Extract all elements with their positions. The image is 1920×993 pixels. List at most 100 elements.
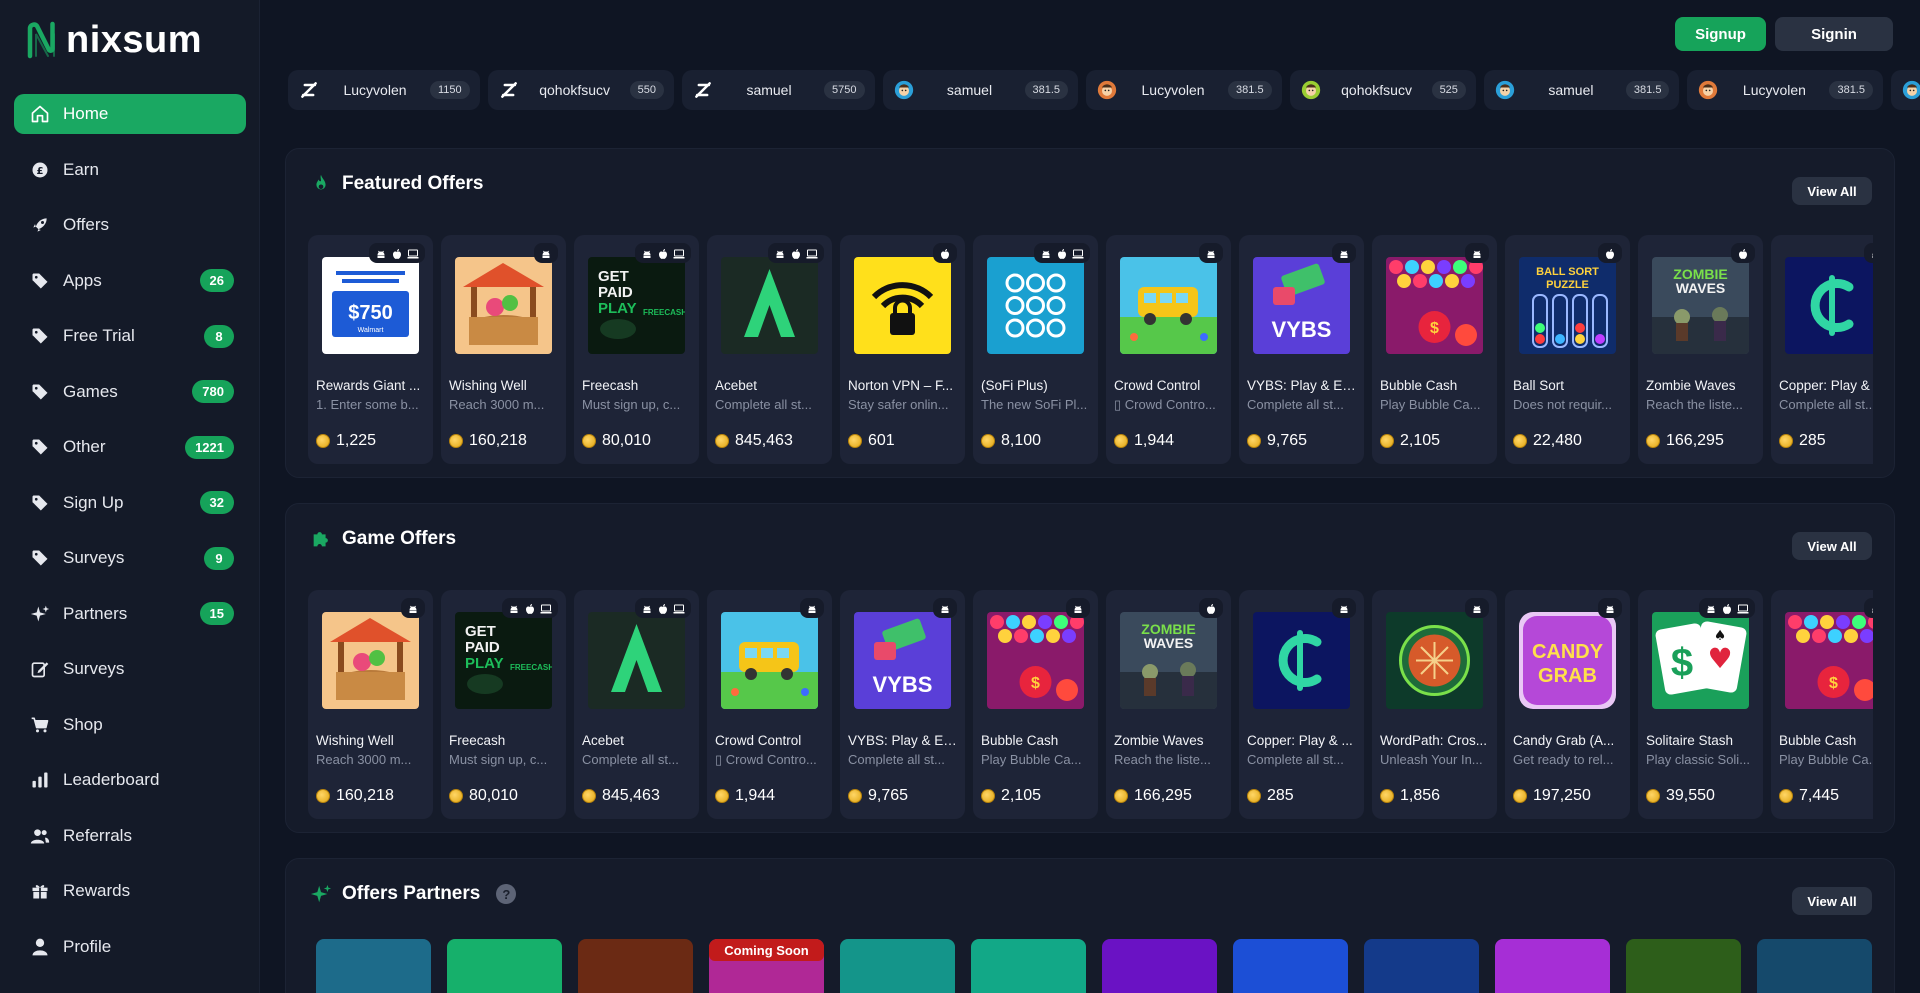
partner-tile[interactable] [578, 939, 693, 993]
offer-reward: 285 [1247, 787, 1294, 805]
view-all-button[interactable]: View All [1792, 177, 1872, 205]
offer-card[interactable]: Acebet Complete all st... 845,463 [707, 235, 832, 464]
offer-card[interactable]: $ Bubble Cash Play Bubble Ca... 2,105 [1372, 235, 1497, 464]
offer-card[interactable]: Crowd Control ▯ Crowd Contro... 1,944 [707, 590, 832, 819]
sidebar-item-offers[interactable]: Offers [14, 205, 246, 245]
offer-description: Complete all st... [582, 752, 679, 767]
offer-card[interactable]: VYBS VYBS: Play & Ea... Complete all st...… [840, 590, 965, 819]
offer-reward: 160,218 [449, 432, 527, 450]
offer-description: ▯ Crowd Contro... [715, 752, 817, 767]
offer-card[interactable]: Wishing Well Reach 3000 m... 160,218 [441, 235, 566, 464]
desktop-icon [806, 247, 818, 259]
featured-offers-header: Featured Offers [310, 173, 483, 195]
offer-thumbnail [588, 612, 685, 709]
sidebar-item-leaderboard[interactable]: Leaderboard [14, 760, 246, 800]
offer-description: Reach 3000 m... [316, 752, 412, 767]
offer-reward: 80,010 [449, 787, 518, 805]
sidebar-item-shop[interactable]: Shop [14, 705, 246, 745]
desktop-icon [1072, 247, 1084, 259]
platform-badges [1864, 243, 1873, 263]
offer-thumbnail [854, 257, 951, 354]
offer-card[interactable]: GET PAID PLAY FREECASH Freecash Must sign up,… [441, 590, 566, 819]
offer-description: Stay safer onlin... [848, 397, 949, 412]
sidebar-item-games[interactable]: Games 780 [14, 372, 246, 412]
sidebar-item-partners[interactable]: Partners 15 [14, 594, 246, 634]
offer-card[interactable]: ZOMBIE WAVES Zombie Waves Reach the liste..… [1638, 235, 1763, 464]
partner-tile[interactable] [971, 939, 1086, 993]
signup-button[interactable]: Signup [1675, 17, 1766, 51]
offer-card[interactable]: CANDY GRAB Candy Grab (A... Get ready to re… [1505, 590, 1630, 819]
coin-icon [1646, 789, 1660, 803]
platform-badges [1598, 598, 1622, 618]
coin-icon [1114, 789, 1128, 803]
platform-badges [1699, 598, 1755, 618]
offer-thumbnail [721, 612, 818, 709]
offer-card[interactable]: $ Bubble Cash Play Bubble Ca... 7,445 [1771, 590, 1873, 819]
offer-card[interactable]: (SoFi Plus) The new SoFi Pl... 8,100 [973, 235, 1098, 464]
offer-card[interactable]: Norton VPN – F... Stay safer onlin... 601 [840, 235, 965, 464]
partner-tile[interactable] [1364, 939, 1479, 993]
offer-reward: 1,856 [1380, 787, 1440, 805]
svg-text:GRAB: GRAB [1538, 665, 1597, 687]
android-icon [540, 247, 552, 259]
avatar-icon [893, 79, 915, 101]
offer-card[interactable]: Acebet Complete all st... 845,463 [574, 590, 699, 819]
view-all-button[interactable]: View All [1792, 887, 1872, 915]
desktop-icon [540, 602, 552, 614]
partner-tile[interactable] [1102, 939, 1217, 993]
offer-card[interactable]: ZOMBIE WAVES Zombie Waves Reach the liste..… [1106, 590, 1231, 819]
ticker-amount: 525 [1431, 81, 1466, 99]
offer-card[interactable]: $ ♥ ♠ Solitaire Stash Play classic Soli... 39… [1638, 590, 1763, 819]
offer-points: 166,295 [1134, 787, 1192, 804]
offer-thumbnail [1785, 257, 1873, 354]
sidebar-item-apps[interactable]: Apps 26 [14, 261, 246, 301]
sidebar-item-other[interactable]: Other 1221 [14, 427, 246, 467]
offer-points: 9,765 [1267, 432, 1308, 449]
platform-badges [1465, 598, 1489, 618]
svg-text:GET: GET [598, 268, 629, 285]
offer-points: 22,480 [1533, 432, 1582, 449]
sidebar-item-referrals[interactable]: Referrals [14, 816, 246, 856]
offer-card[interactable]: $750 Walmart Rewards Giant ... 1. Enter som… [308, 235, 433, 464]
sidebar-item-surveys[interactable]: Surveys 9 [14, 538, 246, 578]
sidebar-item-sign-up[interactable]: Sign Up 32 [14, 483, 246, 523]
sidebar-item-label: Games [63, 381, 118, 401]
android-icon [939, 602, 951, 614]
offer-card[interactable]: Copper: Play & ... Complete all st... 285 [1771, 235, 1873, 464]
partner-tile[interactable] [1495, 939, 1610, 993]
signin-button[interactable]: Signin [1775, 17, 1893, 51]
offer-card[interactable]: WordPath: Cros... Unleash Your In... 1,856 [1372, 590, 1497, 819]
sidebar-item-profile[interactable]: Profile [14, 927, 246, 967]
offer-thumbnail [322, 612, 419, 709]
partner-tile[interactable] [1233, 939, 1348, 993]
sidebar-item-rewards[interactable]: Rewards [14, 871, 246, 911]
offer-card[interactable]: VYBS VYBS: Play & Ea... Complete all st...… [1239, 235, 1364, 464]
offer-card[interactable]: GET PAID PLAY FREECASH Freecash Must sign up,… [574, 235, 699, 464]
offer-card[interactable]: Crowd Control ▯ Crowd Contro... 1,944 [1106, 235, 1231, 464]
tag-icon [30, 493, 50, 513]
platform-badges [1731, 243, 1755, 263]
sidebar-item-free-trial[interactable]: Free Trial 8 [14, 316, 246, 356]
partner-tile[interactable]: Coming Soon [709, 939, 824, 993]
partner-tile[interactable] [840, 939, 955, 993]
coin-icon [449, 789, 463, 803]
sidebar-item-earn[interactable]: £ Earn [14, 150, 246, 190]
partner-tile[interactable] [447, 939, 562, 993]
ticker-username: Lucyvolen [343, 82, 407, 98]
help-icon[interactable]: ? [496, 884, 517, 904]
platform-badges [768, 243, 824, 263]
android-icon [1471, 247, 1483, 259]
logo[interactable]: nixsum [26, 20, 202, 60]
sidebar-item-surveys[interactable]: Surveys [14, 649, 246, 689]
sidebar-item-home[interactable]: Home [14, 94, 246, 134]
partner-tile[interactable] [1626, 939, 1741, 993]
offer-card[interactable]: $ Bubble Cash Play Bubble Ca... 2,105 [973, 590, 1098, 819]
partner-tile[interactable] [316, 939, 431, 993]
view-all-button[interactable]: View All [1792, 532, 1872, 560]
offer-card[interactable]: Copper: Play & ... Complete all st... 285 [1239, 590, 1364, 819]
partner-tile[interactable] [1757, 939, 1872, 993]
android-icon [1705, 602, 1717, 614]
offer-card[interactable]: BALL SORT PUZZLE Ball Sort Does not requir.… [1505, 235, 1630, 464]
offer-card[interactable]: Wishing Well Reach 3000 m... 160,218 [308, 590, 433, 819]
count-badge: 26 [199, 269, 234, 292]
